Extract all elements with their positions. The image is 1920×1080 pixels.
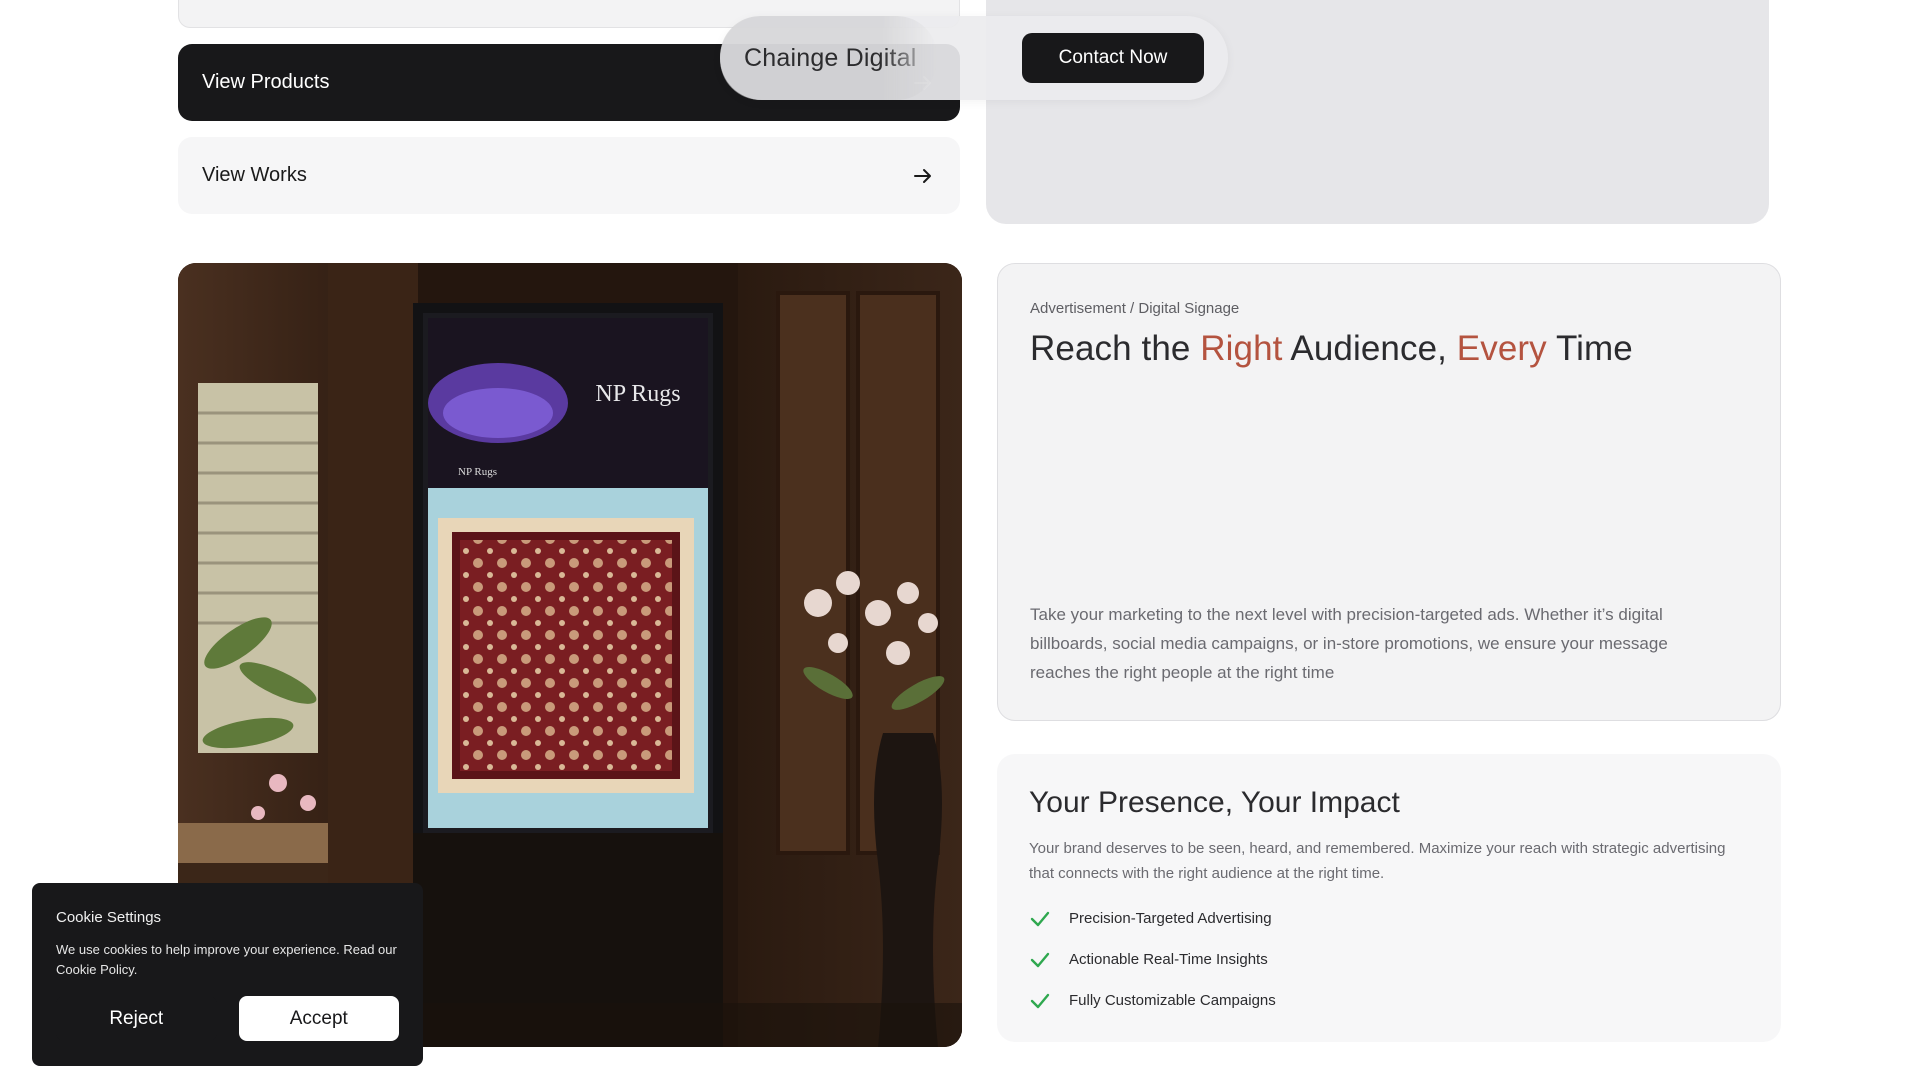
cookie-text: We use cookies to help improve your expe… (56, 942, 397, 977)
presence-card: Your Presence, Your Impact Your brand de… (997, 754, 1781, 1042)
check-icon (1030, 993, 1050, 1008)
check-icon (1030, 911, 1050, 926)
presence-title: Your Presence, Your Impact (1029, 786, 1400, 819)
sign-brand-small-text: NP Rugs (458, 466, 497, 478)
contact-now-button[interactable]: Contact Now (1022, 33, 1204, 83)
ad-eyebrow: Advertisement / Digital Signage (1030, 300, 1240, 317)
feature-item: Actionable Real-Time Insights (1029, 939, 1749, 980)
check-icon (1030, 952, 1050, 967)
feature-item: Fully Customizable Campaigns (1029, 980, 1749, 1021)
feature-label: Fully Customizable Campaigns (1069, 992, 1276, 1009)
accept-cookies-button[interactable]: Accept (238, 996, 399, 1041)
feature-label: Actionable Real-Time Insights (1069, 951, 1268, 968)
feature-item: Precision-Targeted Advertising (1029, 898, 1749, 939)
presence-description: Your brand deserves to be seen, heard, a… (1029, 840, 1726, 882)
feature-list: Precision-Targeted Advertising Actionabl… (1029, 898, 1749, 1021)
view-products-label: View Products (202, 71, 330, 93)
ad-title-highlight: Every (1456, 329, 1547, 368)
view-works-label: View Works (202, 164, 307, 186)
ad-title-part: Audience, (1282, 329, 1457, 368)
reject-cookies-button[interactable]: Reject (56, 996, 217, 1041)
cookie-banner: Cookie Settings We use cookies to help i… (32, 883, 423, 1066)
cookie-actions: Reject Accept (56, 996, 399, 1041)
floating-header: Chainge Digital Contact Now (720, 16, 1228, 100)
ad-title: Reach the Right Audience, Every Time (1030, 329, 1748, 369)
ad-title-part: Reach the (1030, 329, 1201, 368)
brand-logo-text[interactable]: Chainge Digital (720, 16, 937, 100)
ad-description: Take your marketing to the next level wi… (1030, 605, 1668, 682)
view-works-button[interactable]: View Works (178, 137, 960, 214)
sign-brand-text: NP Rugs (595, 381, 680, 407)
arrow-right-icon (912, 165, 934, 187)
advertisement-card: Advertisement / Digital Signage Reach th… (997, 263, 1781, 721)
cookie-title: Cookie Settings (56, 909, 162, 926)
ad-title-part: Time (1546, 329, 1633, 368)
ad-title-highlight: Right (1200, 329, 1283, 368)
feature-label: Precision-Targeted Advertising (1069, 910, 1272, 927)
